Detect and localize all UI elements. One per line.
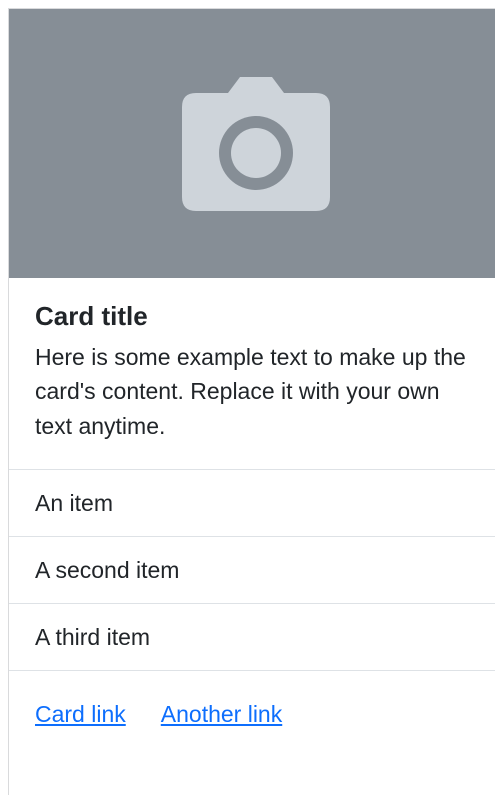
card-text: Here is some example text to make up the… bbox=[35, 343, 466, 439]
card: Card title Here is some example text to … bbox=[8, 8, 495, 795]
camera-icon bbox=[182, 76, 330, 211]
list-group: An item A second item A third item bbox=[9, 470, 495, 672]
card-image-placeholder bbox=[9, 9, 495, 278]
card-body: Card title Here is some example text to … bbox=[9, 278, 495, 471]
card-links: Card link Another link bbox=[9, 671, 495, 758]
card-link[interactable]: Card link bbox=[35, 701, 126, 728]
list-item: An item bbox=[9, 470, 495, 538]
list-item: A second item bbox=[9, 537, 495, 605]
list-item: A third item bbox=[9, 604, 495, 672]
another-link[interactable]: Another link bbox=[161, 701, 282, 728]
card-title: Card title bbox=[35, 301, 148, 331]
